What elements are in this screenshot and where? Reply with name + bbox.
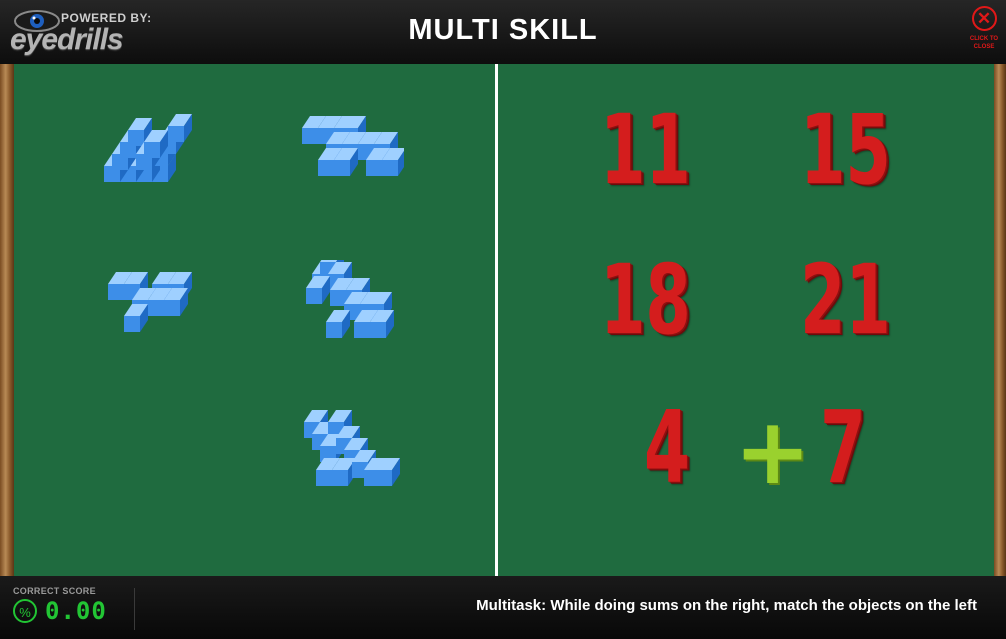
close-icon[interactable]: ✕ [971, 6, 997, 31]
close-button[interactable]: ✕ CLICK TO CLOSE [962, 6, 1006, 58]
score-label: CORRECT SCORE [13, 586, 96, 596]
instructions-text: Multitask: While doing sums on the right… [476, 597, 977, 614]
footer-divider [134, 588, 135, 630]
block-shape-4[interactable] [304, 260, 400, 344]
answer-choice-4[interactable]: 21 [800, 250, 891, 350]
percent-icon: % [13, 599, 37, 623]
page-title: MULTI SKILL [408, 14, 598, 46]
bottom-bar: CORRECT SCORE % 0.00 Multitask: While do… [0, 576, 1006, 639]
block-shape-1[interactable] [100, 108, 196, 192]
score-value: 0.00 [45, 597, 107, 625]
top-bar: POWERED BY: eyedrills MULTI SKILL ✕ CLIC… [0, 0, 1006, 64]
problem-left-operand: 4 [644, 389, 690, 506]
answer-choice-1[interactable]: 11 [600, 100, 691, 200]
block-shape-5[interactable] [302, 408, 402, 494]
plus-operator: + [734, 398, 812, 505]
block-shape-2[interactable] [300, 114, 404, 184]
answer-choice-3[interactable]: 18 [600, 250, 691, 350]
board-frame-left [0, 64, 14, 576]
close-label: CLICK TO CLOSE [969, 36, 999, 50]
problem-right-operand: 7 [820, 389, 866, 506]
game-board: 11 15 18 21 4 + 7 [0, 64, 1006, 576]
board-divider [495, 64, 498, 576]
board-frame-right [994, 64, 1006, 576]
answer-choice-2[interactable]: 15 [800, 100, 891, 200]
block-shape-3[interactable] [104, 270, 200, 340]
